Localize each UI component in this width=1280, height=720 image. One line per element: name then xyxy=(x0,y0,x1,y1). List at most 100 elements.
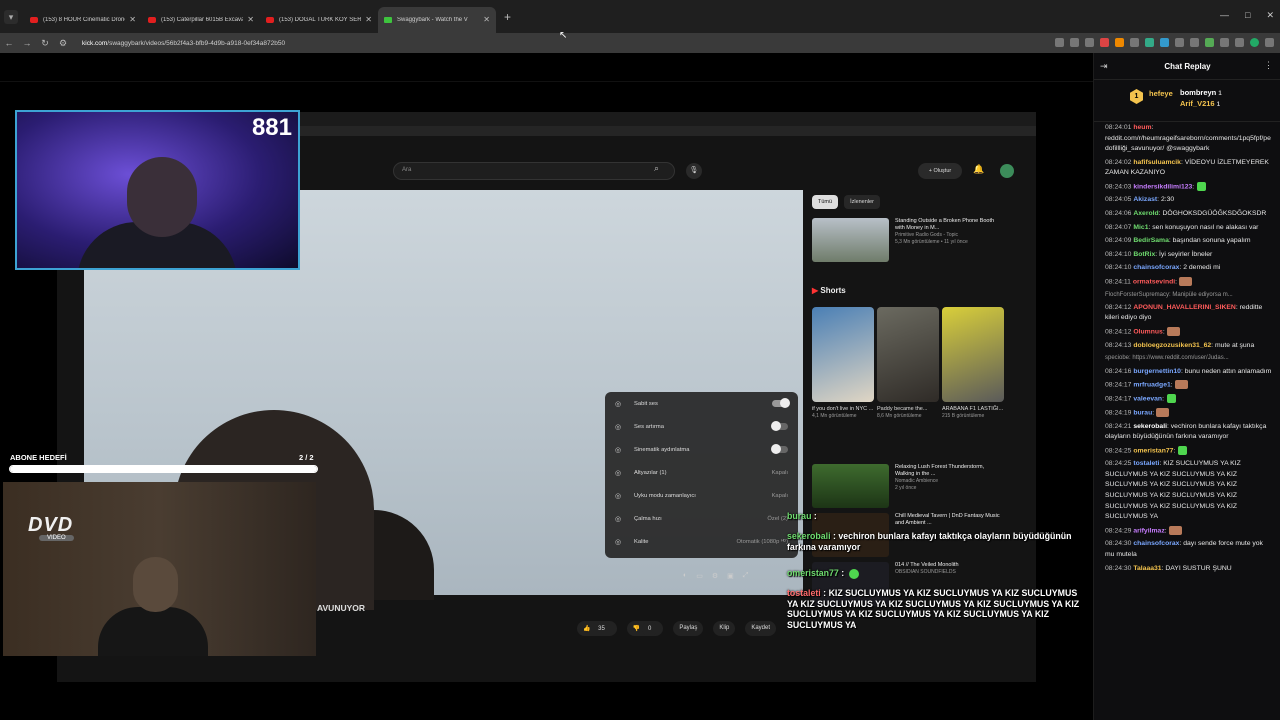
chat-username[interactable]: burgernettin10 xyxy=(1133,368,1181,375)
browser-tab[interactable]: (153) 8 HOUR Cinematic Drone ✕ xyxy=(24,7,142,33)
chip-watched[interactable]: İzlenenler xyxy=(844,195,880,209)
yt-recommendation[interactable]: Relaxing Lush Forest Thunderstorm, Walki… xyxy=(812,464,1002,508)
chip-all[interactable]: Tümü xyxy=(812,195,839,209)
chat-username[interactable]: tostaleti xyxy=(1133,460,1159,467)
chat-message: 08:24:01 heum: reddit.com/r/heumrageifsa… xyxy=(1105,124,1271,153)
search-icon[interactable]: ⌕ xyxy=(654,163,659,174)
close-tab-icon[interactable]: ✕ xyxy=(247,15,254,24)
subtitles-icon[interactable]: ▭ xyxy=(696,572,703,580)
chat-message: 08:24:11 ormatsevindi: xyxy=(1105,276,1273,288)
yt-avatar[interactable] xyxy=(1000,164,1014,178)
chat-username[interactable]: Mic1 xyxy=(1133,224,1148,231)
extension-icon[interactable] xyxy=(1190,38,1199,47)
extension-icon[interactable] xyxy=(1220,38,1229,47)
chat-username[interactable]: BedirSama xyxy=(1133,237,1169,244)
chat-username[interactable]: kindersikdilimi123 xyxy=(1133,183,1192,190)
share-button[interactable]: Paylaş xyxy=(673,621,704,636)
chat-message-list[interactable]: 08:24:01 heum: reddit.com/r/heumrageifsa… xyxy=(1105,123,1273,720)
clip-button[interactable]: Klip xyxy=(713,621,736,636)
yt-search-input[interactable]: Ara xyxy=(393,162,675,180)
extension-icon[interactable] xyxy=(1115,38,1124,47)
short-item[interactable]: Paddy became the... 8,6 Mn görüntüleme xyxy=(877,307,939,419)
fullscreen-icon[interactable]: ⤢ xyxy=(743,572,749,580)
extension-icon[interactable] xyxy=(1145,38,1154,47)
chat-menu-icon[interactable]: ⋮ xyxy=(1264,60,1273,71)
short-item[interactable]: if you don't live in NYC ... 4,1 Mn görün… xyxy=(812,307,874,419)
dislike-button[interactable]: 👎 0 xyxy=(626,621,664,636)
site-info-icon[interactable]: ⚙ xyxy=(54,38,72,49)
browser-tab[interactable]: (153) DOĞAL TÜRK KÖY SERPM✕ xyxy=(260,7,378,33)
chat-username[interactable]: Talaaa31 xyxy=(1133,565,1161,572)
chat-username[interactable]: sekerobali xyxy=(1133,423,1167,430)
settings-row[interactable]: ◎ Ses artırma xyxy=(605,415,798,438)
chat-username[interactable]: burau xyxy=(1133,409,1152,416)
chat-username[interactable]: hafifsuluamcik xyxy=(1133,159,1181,166)
browser-tab[interactable]: (153) Caterpillar 6015B Excava ✕ xyxy=(142,7,260,33)
settings-row[interactable]: ◎ Sabit ses xyxy=(605,392,798,415)
short-item[interactable]: ARABANA F1 LASTIĞI... 215 B görüntüleme xyxy=(942,307,1004,419)
extension-icon[interactable] xyxy=(1160,38,1169,47)
yt-create-button[interactable]: + Oluştur xyxy=(918,163,962,179)
bell-icon[interactable]: 🔔 xyxy=(973,164,984,175)
reload-icon[interactable]: ↻ xyxy=(36,38,54,49)
chat-message: 08:24:30 chainsofcorax: dayı sende force… xyxy=(1105,540,1263,558)
save-button[interactable]: Kaydet xyxy=(745,621,777,636)
settings-row[interactable]: ◎ Altyazılar (1) Kapalı xyxy=(605,461,798,484)
settings-row[interactable]: ◎ Kalite Otomatik (1080p ᴴᴰ) xyxy=(605,530,798,553)
url-field[interactable]: kick.com/swaggybark/videos/56b2f4a3-bfb9… xyxy=(82,40,285,47)
chat-username[interactable]: valeevan xyxy=(1133,395,1162,402)
chat-username[interactable]: dobloegzozusiken31_62 xyxy=(1133,342,1211,349)
miniplayer-icon[interactable]: ▣ xyxy=(727,572,734,580)
chat-username[interactable]: Akizast xyxy=(1133,196,1157,203)
chat-username[interactable]: Olumnus xyxy=(1133,328,1162,335)
settings-toggle[interactable] xyxy=(771,421,788,431)
leaderboard-user[interactable]: Arif_V216 1 xyxy=(1180,99,1220,108)
chat-username[interactable]: chainsofcorax xyxy=(1133,540,1179,547)
extension-icon[interactable] xyxy=(1205,38,1214,47)
settings-toggle[interactable] xyxy=(772,398,790,408)
close-tab-icon[interactable]: ✕ xyxy=(365,15,372,24)
chat-username[interactable]: heum xyxy=(1133,124,1151,131)
chat-timestamp: 08:24:30 xyxy=(1105,540,1132,548)
eye-icon[interactable] xyxy=(1070,38,1079,47)
chat-username[interactable]: APONUN_HAVALLERINI_SIKEN xyxy=(1133,304,1235,311)
like-button[interactable]: 👍 35 xyxy=(577,621,617,636)
chat-username[interactable]: arifyilmaz xyxy=(1133,527,1164,534)
chat-username[interactable]: chainsofcorax xyxy=(1133,264,1179,271)
extension-icon[interactable] xyxy=(1100,38,1109,47)
bookmark-star-icon[interactable] xyxy=(1085,38,1094,47)
chat-message: 08:24:16 burgernettin10: bunu neden attı… xyxy=(1105,367,1272,375)
chat-username[interactable]: mrfruadge1 xyxy=(1133,381,1170,388)
microphone-icon[interactable]: 🎙 xyxy=(686,163,702,179)
close-tab-icon[interactable]: ✕ xyxy=(129,15,136,24)
yt-recommendation[interactable]: Standing Outside a Broken Phone Booth wi… xyxy=(812,218,1002,262)
close-tab-icon[interactable]: ✕ xyxy=(483,15,490,24)
extension-icon[interactable] xyxy=(1175,38,1184,47)
minimize-icon[interactable]: — xyxy=(1220,10,1229,21)
puzzle-icon[interactable] xyxy=(1235,38,1244,47)
chat-username[interactable]: Axerold xyxy=(1133,210,1158,217)
profile-avatar[interactable] xyxy=(1250,38,1259,47)
close-window-icon[interactable]: ✕ xyxy=(1266,10,1274,21)
chat-username[interactable]: ormatsevindi xyxy=(1133,278,1175,285)
settings-row[interactable]: ◎ Sinematik aydınlatma xyxy=(605,438,798,461)
autoplay-toggle-icon[interactable]: ◐ xyxy=(683,572,687,580)
leaderboard-user[interactable]: hefeye xyxy=(1149,89,1173,98)
browser-tab-active[interactable]: Swaggybark - Watch the V ✕ xyxy=(378,6,496,33)
maximize-icon[interactable]: □ xyxy=(1245,10,1250,21)
settings-row[interactable]: ◎ Uyku modu zamanlayıcı Kapalı xyxy=(605,484,798,507)
settings-row[interactable]: ◎ Çalma hızı Özel (2) xyxy=(605,507,798,530)
new-tab-icon[interactable]: + xyxy=(504,10,511,24)
tab-search-icon[interactable]: ▾ xyxy=(4,9,18,24)
zoom-icon[interactable] xyxy=(1055,38,1064,47)
chat-message: 08:24:03 kindersikdilimi123: xyxy=(1105,181,1273,193)
back-icon[interactable]: ← xyxy=(0,38,18,48)
extension-icon[interactable] xyxy=(1130,38,1139,47)
leaderboard-user[interactable]: bombreyn 1 xyxy=(1180,88,1222,97)
forward-icon[interactable]: → xyxy=(18,38,36,48)
settings-gear-icon[interactable]: ⚙ xyxy=(712,572,718,580)
chat-username[interactable]: omeristan77 xyxy=(1133,447,1173,454)
chat-username[interactable]: BotRix xyxy=(1133,251,1155,258)
settings-toggle[interactable] xyxy=(771,444,788,454)
kebab-menu-icon[interactable] xyxy=(1265,38,1274,47)
